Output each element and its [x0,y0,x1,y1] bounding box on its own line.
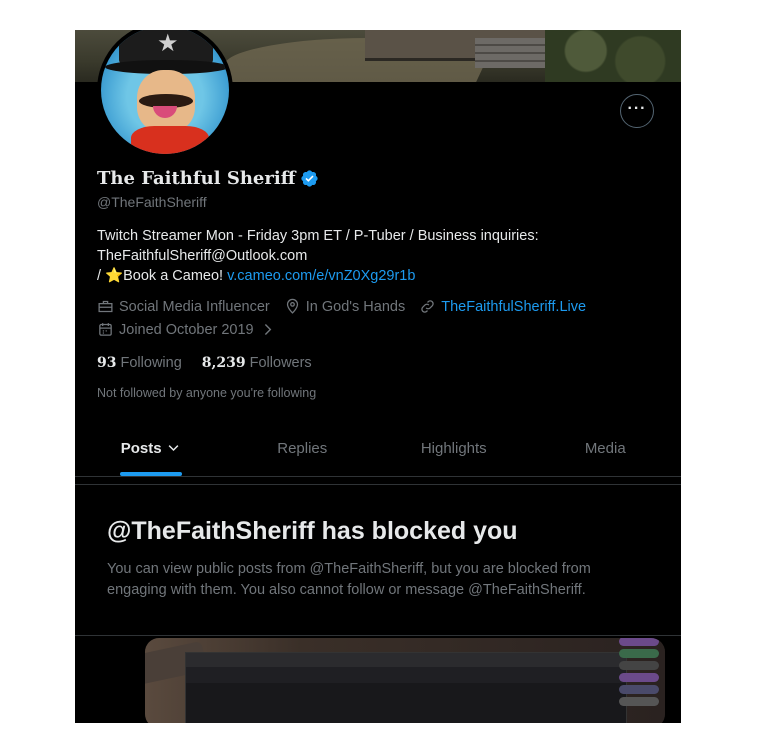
website-item[interactable]: TheFaithfulSheriff.Live [419,298,586,315]
verified-badge-icon[interactable] [300,169,319,188]
more-options-icon: ··· [627,100,647,117]
chevron-right-icon [264,324,271,335]
followers-label: Followers [249,355,312,371]
tab-media[interactable]: Media [530,430,682,476]
profile-name-row: The Faithful Sheriff [97,168,319,189]
joined-label: Joined October 2019 [119,321,254,338]
tab-replies-label: Replies [277,440,328,457]
cameo-link[interactable]: v.cameo.com/e/vnZ0Xg29r1b [227,268,415,284]
more-options-button[interactable]: ··· [620,94,654,128]
active-tab-indicator [119,472,182,476]
profile-bio: Twitch Streamer Mon - Friday 3pm ET / P-… [97,226,657,286]
followers-count: 8,239 [201,355,246,371]
blocked-title: @TheFaithSheriff has blocked you [107,517,518,545]
following-label: Following [120,355,182,371]
tab-posts-label: Posts [120,440,162,457]
tab-highlights[interactable]: Highlights [378,430,530,476]
star-emoji: ⭐ [105,268,124,284]
followers-stat[interactable]: 8,239 Followers [202,355,312,371]
profile-avatar[interactable]: ★ [97,30,233,158]
blocked-notice: @TheFaithSheriff has blocked you You can… [75,484,681,636]
tab-posts[interactable]: Posts [75,430,227,476]
following-stat[interactable]: 93 Following [97,355,182,371]
website-link[interactable]: TheFaithfulSheriff.Live [441,299,586,315]
joined-item[interactable]: Joined October 2019 [97,321,276,338]
following-count: 93 [97,355,117,371]
briefcase-icon [98,300,113,313]
location-item: In God's Hands [284,298,406,315]
category-item: Social Media Influencer [97,298,270,315]
profile-handle: @TheFaithSheriff [97,194,207,210]
bio-prefix: / [97,268,106,284]
bio-cameo-text: Book a Cameo! [123,268,228,284]
bio-cameo-line: / ⭐Book a Cameo! v.cameo.com/e/vnZ0Xg29r… [97,266,657,286]
blocked-description: You can view public posts from @TheFaith… [107,561,591,598]
location-label: In God's Hands [305,298,406,315]
calendar-icon [99,323,112,336]
tab-media-label: Media [584,440,626,457]
profile-tabs: Posts Replies Highlights Media [75,430,681,477]
follow-stats: 93 Following 8,239 Followers [97,355,312,371]
profile-meta-row: Social Media Influencer In God's Hands T… [97,298,600,315]
link-icon [421,300,434,313]
bio-line: Twitch Streamer Mon - Friday 3pm ET / P-… [97,228,539,244]
bio-email: TheFaithfulSheriff@Outlook.com [97,248,308,264]
stream-preview-image[interactable] [145,638,665,723]
category-label: Social Media Influencer [119,298,270,315]
chevron-down-icon [168,445,179,452]
location-pin-icon [286,298,298,314]
profile-panel: ★ ··· The Faithful Sheriff @TheFaithSher… [75,30,681,723]
tab-highlights-label: Highlights [420,440,487,457]
profile-joined-row: Joined October 2019 [97,321,290,338]
not-followed-note: Not followed by anyone you're following [97,386,317,400]
tab-replies[interactable]: Replies [227,430,379,476]
display-name: The Faithful Sheriff [97,168,296,189]
